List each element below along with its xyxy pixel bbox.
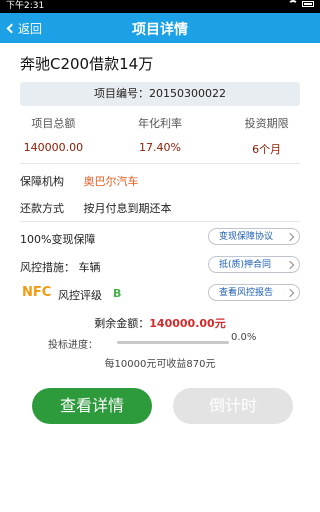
summary-value-rate: 17.40% xyxy=(139,141,181,154)
repay-row: 还款方式 按月付息到期还本 xyxy=(20,200,172,216)
status-bar: 下午2:31 xyxy=(0,0,320,13)
view-details-button[interactable]: 查看详情 xyxy=(32,388,152,424)
summary-value-term: 6个月 xyxy=(252,143,282,156)
protection-agreement-button[interactable]: 变现保障协议 xyxy=(208,228,300,245)
countdown-button[interactable]: 倒计时 xyxy=(173,388,293,424)
project-code: 项目编号：20150300022 xyxy=(20,82,300,106)
earnings-info: 每10000元可收益870元 xyxy=(104,359,216,370)
progress-label: 投标进度： xyxy=(48,340,98,351)
remaining-amount: 剩余金额：140000.00元 xyxy=(0,315,320,331)
risk-report-button[interactable]: 查看风控报告 xyxy=(208,284,300,301)
chevron-right-icon xyxy=(285,232,295,242)
status-time: 下午2:31 xyxy=(6,1,45,11)
summary-headers: 项目总额 年化利率 投资期限 xyxy=(0,115,320,131)
guarantee-key: 保障机构 xyxy=(20,175,64,188)
summary-header-term: 投资期限 xyxy=(244,117,289,130)
battery-icon xyxy=(302,0,314,7)
pledge-contract-label: 抵(质)押合同 xyxy=(219,260,272,270)
summary-values: 140000.00 17.40% 6个月 xyxy=(0,141,320,157)
pledge-contract-button[interactable]: 抵(质)押合同 xyxy=(208,256,300,273)
page-title: 项目详情 xyxy=(132,22,188,38)
divider xyxy=(20,221,300,222)
risk-measure-label: 风控措施： 车辆 xyxy=(20,261,101,274)
progress-bar xyxy=(117,341,229,344)
protection-agreement-label: 变现保障协议 xyxy=(219,232,274,242)
chevron-right-icon xyxy=(285,288,295,298)
summary-header-rate: 年化利率 xyxy=(138,117,182,130)
summary-value-total: 140000.00 xyxy=(23,141,84,154)
risk-rating-grade: B xyxy=(113,287,122,300)
guarantee-row: 保障机构 奥巴尔汽车 xyxy=(20,173,139,189)
summary-header-total: 项目总额 xyxy=(31,117,76,130)
remaining-label: 剩余金额： xyxy=(94,317,150,330)
product-title: 奔驰C200借款14万 xyxy=(20,55,154,73)
risk-rating-label: 风控评级 xyxy=(58,289,102,302)
repay-value: 按月付息到期还本 xyxy=(83,202,172,215)
wifi-icon xyxy=(288,0,298,7)
divider xyxy=(20,163,300,164)
risk-report-label: 查看风控报告 xyxy=(219,288,274,298)
chevron-right-icon xyxy=(285,260,295,270)
nfc-badge: NFC xyxy=(22,285,52,300)
nav-bar: 返回 项目详情 xyxy=(0,13,320,43)
guarantee-value: 奥巴尔汽车 xyxy=(83,175,139,188)
remaining-value: 140000.00元 xyxy=(149,317,226,330)
project-detail-panel: 奔驰C200借款14万 项目编号：20150300022 项目总额 年化利率 投… xyxy=(0,43,320,512)
protection-label: 100%变现保障 xyxy=(20,233,96,246)
status-icons xyxy=(288,0,314,7)
repay-key: 还款方式 xyxy=(20,202,64,215)
progress-percent: 0.0% xyxy=(231,332,257,343)
